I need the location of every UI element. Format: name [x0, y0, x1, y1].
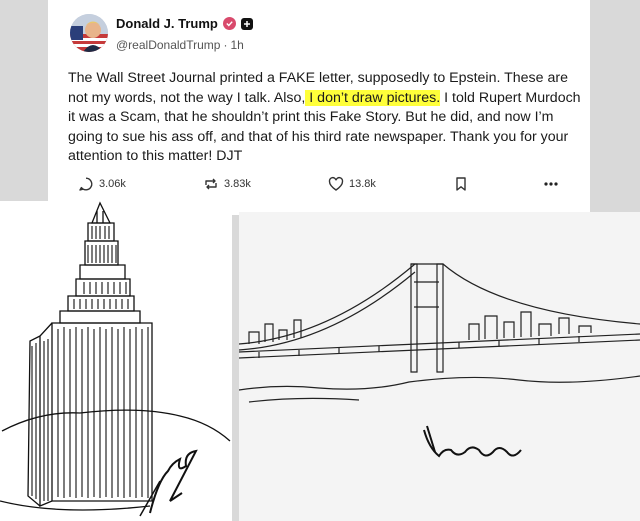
verified-icon: [222, 17, 236, 30]
repost-button[interactable]: 3.83k: [203, 176, 251, 192]
more-options-button[interactable]: [543, 176, 559, 192]
reply-icon: [79, 177, 93, 191]
post-text: The Wall Street Journal printed a FAKE l…: [68, 69, 588, 167]
sketch-george-washington-bridge: [239, 212, 640, 521]
bookmark-icon: [456, 177, 466, 191]
like-icon: [328, 176, 344, 191]
more-icon: [544, 182, 558, 186]
bookmark-button[interactable]: [453, 176, 469, 192]
post-time[interactable]: 1h: [230, 38, 243, 52]
reply-button[interactable]: 3.06k: [78, 176, 126, 192]
highlighted-text: I don’t draw pictures.: [305, 89, 441, 106]
handle-row: @realDonaldTrump · 1h: [116, 38, 244, 52]
display-name[interactable]: Donald J. Trump: [116, 16, 218, 31]
avatar[interactable]: [70, 14, 108, 52]
separator-dot: ·: [223, 38, 228, 52]
author-name-row: Donald J. Trump: [116, 16, 253, 31]
repost-count: 3.83k: [224, 178, 251, 190]
like-button[interactable]: 13.8k: [328, 176, 376, 192]
reply-count: 3.06k: [99, 178, 126, 190]
like-count: 13.8k: [349, 178, 376, 190]
plus-badge-icon: [240, 17, 253, 30]
handle[interactable]: @realDonaldTrump: [116, 38, 220, 52]
repost-icon: [205, 178, 217, 190]
sketch-empire-state-building: [0, 201, 232, 521]
post-card: Donald J. Trump @realDonaldTrump · 1h Th…: [48, 0, 590, 215]
action-bar: 3.06k 3.83k 13.8k: [78, 176, 568, 196]
